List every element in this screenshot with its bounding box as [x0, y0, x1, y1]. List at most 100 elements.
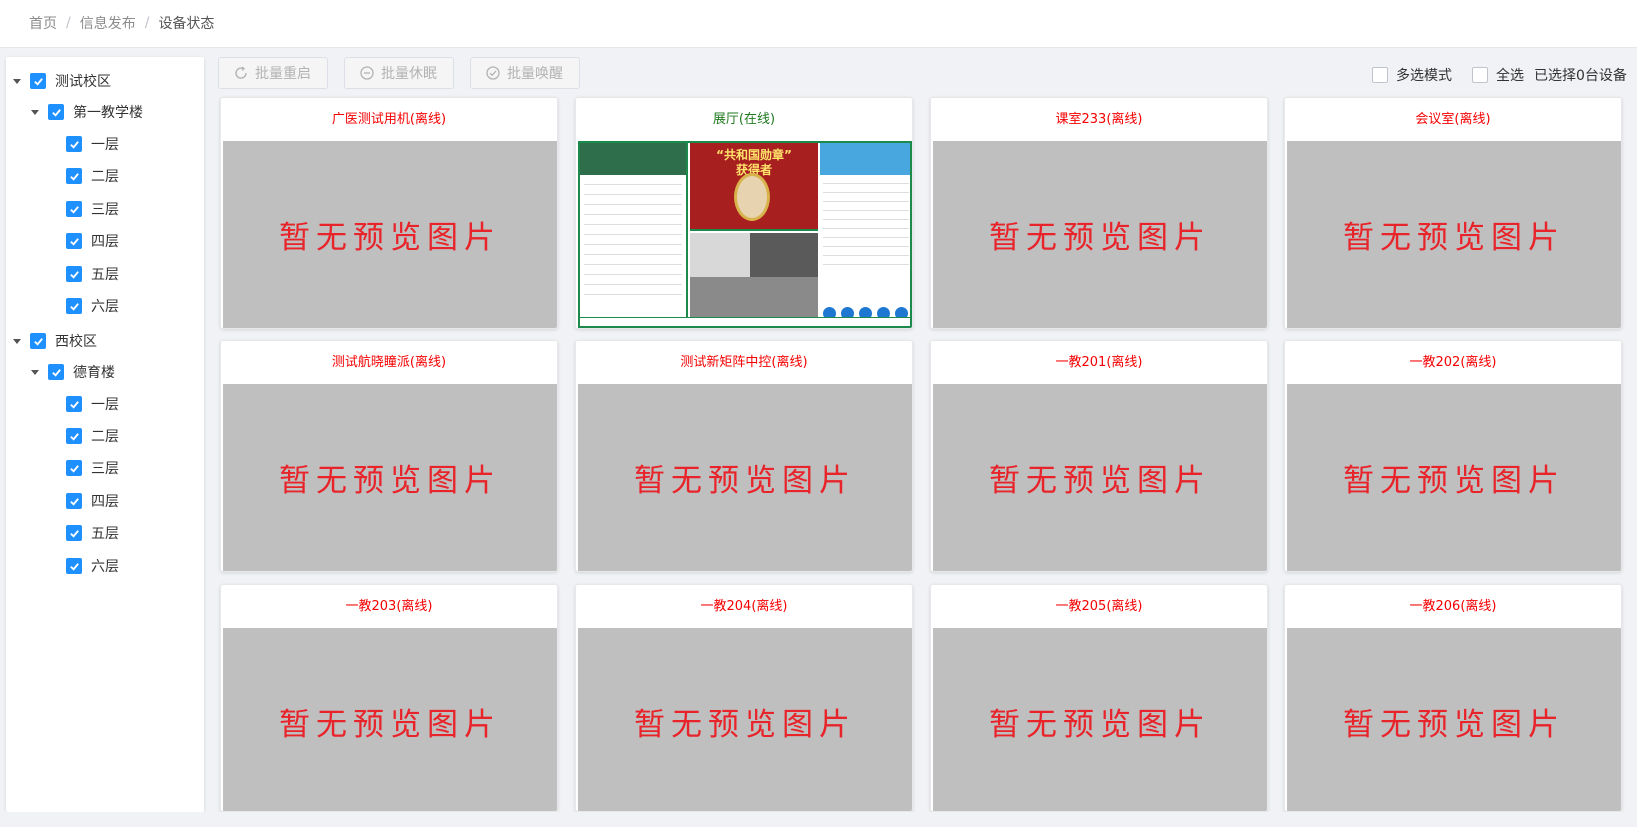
- tree-node-building[interactable]: 第一教学楼: [31, 101, 143, 123]
- device-card[interactable]: 广医测试用机(离线) 暂无预览图片: [220, 97, 558, 329]
- batch-wake-button[interactable]: 批量唤醒: [470, 57, 580, 89]
- tree-node-floor[interactable]: 一层: [66, 393, 119, 415]
- multi-select-label: 多选模式: [1396, 68, 1452, 84]
- preview-placeholder: 暂无预览图片: [578, 384, 912, 571]
- tree-checkbox[interactable]: [66, 201, 82, 217]
- batch-reboot-button[interactable]: 批量重启: [218, 57, 328, 89]
- tree-node-floor[interactable]: 六层: [66, 295, 119, 317]
- tree-checkbox[interactable]: [66, 298, 82, 314]
- tree-checkbox[interactable]: [66, 558, 82, 574]
- screen-camera-view: [690, 233, 818, 317]
- breadcrumb-home[interactable]: 首页: [29, 13, 57, 33]
- tree-checkbox[interactable]: [66, 233, 82, 249]
- tree-checkbox[interactable]: [48, 364, 64, 380]
- device-card[interactable]: 一教204(离线) 暂无预览图片: [575, 584, 913, 812]
- tree-node-floor[interactable]: 三层: [66, 198, 119, 220]
- breadcrumb-separator: /: [66, 15, 71, 31]
- no-preview-text: 暂无预览图片: [1343, 220, 1565, 256]
- tree-node-label: 六层: [91, 559, 119, 575]
- tree-node-floor[interactable]: 二层: [66, 165, 119, 187]
- tree-node-floor[interactable]: 六层: [66, 555, 119, 577]
- tree-checkbox[interactable]: [48, 104, 64, 120]
- tree-checkbox[interactable]: [66, 428, 82, 444]
- no-preview-text: 暂无预览图片: [279, 220, 501, 256]
- tree-checkbox[interactable]: [66, 396, 82, 412]
- tree-node-floor[interactable]: 四层: [66, 230, 119, 252]
- tree-checkbox[interactable]: [66, 525, 82, 541]
- device-card[interactable]: 一教205(离线) 暂无预览图片: [930, 584, 1268, 812]
- tree-checkbox[interactable]: [66, 136, 82, 152]
- no-preview-text: 暂无预览图片: [279, 463, 501, 499]
- tree-node-label: 二层: [91, 429, 119, 445]
- device-card[interactable]: 一教206(离线) 暂无预览图片: [1284, 584, 1622, 812]
- multi-select-checkbox[interactable]: [1372, 67, 1388, 83]
- preview-placeholder: 暂无预览图片: [1287, 628, 1621, 811]
- no-preview-text: 暂无预览图片: [279, 707, 501, 743]
- no-preview-text: 暂无预览图片: [1343, 707, 1565, 743]
- device-card[interactable]: 展厅(在线) “共和国勋章” 获得者: [575, 97, 913, 329]
- minus-circle-icon: [360, 66, 374, 80]
- multi-select-toggle[interactable]: 多选模式: [1372, 65, 1452, 85]
- tree-node-label: 三层: [91, 461, 119, 477]
- tree-node-floor[interactable]: 一层: [66, 133, 119, 155]
- device-name: 一教203(离线): [345, 599, 433, 614]
- tree-checkbox[interactable]: [66, 266, 82, 282]
- breadcrumb-section[interactable]: 信息发布: [80, 13, 136, 33]
- tree-node-building[interactable]: 德育楼: [31, 361, 115, 383]
- tree-node-label: 四层: [91, 494, 119, 510]
- tree-node-floor[interactable]: 四层: [66, 490, 119, 512]
- tree-node-label: 第一教学楼: [73, 105, 143, 121]
- device-name: 一教205(离线): [1055, 599, 1143, 614]
- screen-notice-panel: [820, 143, 910, 326]
- no-preview-text: 暂无预览图片: [634, 463, 856, 499]
- tree-node-campus[interactable]: 西校区: [13, 330, 97, 352]
- tree-node-campus[interactable]: 测试校区: [13, 70, 111, 92]
- screen-schedule-panel: [580, 143, 688, 326]
- tree-node-floor[interactable]: 三层: [66, 457, 119, 479]
- device-card[interactable]: 课室233(离线) 暂无预览图片: [930, 97, 1268, 329]
- location-tree-panel: 测试校区 第一教学楼 一层 二层 三层 四层 五层 六层 西校区 德育楼 一层 …: [6, 57, 204, 812]
- tree-checkbox[interactable]: [30, 73, 46, 89]
- device-card[interactable]: 一教203(离线) 暂无预览图片: [220, 584, 558, 812]
- page-bottom-strip: [0, 812, 1637, 827]
- tree-node-floor[interactable]: 五层: [66, 522, 119, 544]
- device-card[interactable]: 测试航晓瞳派(离线) 暂无预览图片: [220, 340, 558, 572]
- check-circle-icon: [486, 66, 500, 80]
- tree-node-label: 一层: [91, 137, 119, 153]
- selected-count: 已选择0台设备: [1534, 65, 1627, 85]
- batch-reboot-label: 批量重启: [255, 66, 311, 82]
- tree-node-label: 二层: [91, 169, 119, 185]
- tree-node-floor[interactable]: 五层: [66, 263, 119, 285]
- tree-node-floor[interactable]: 二层: [66, 425, 119, 447]
- select-all-toggle[interactable]: 全选: [1472, 65, 1524, 85]
- tree-node-label: 三层: [91, 202, 119, 218]
- medal-icon: [734, 173, 770, 221]
- top-bar: 首页 / 信息发布 / 设备状态: [0, 0, 1637, 48]
- caret-down-icon[interactable]: [13, 338, 21, 344]
- device-card[interactable]: 一教202(离线) 暂无预览图片: [1284, 340, 1622, 572]
- tree-node-label: 六层: [91, 299, 119, 315]
- refresh-icon: [235, 66, 247, 79]
- device-name: 一教201(离线): [1055, 355, 1143, 370]
- no-preview-text: 暂无预览图片: [989, 220, 1211, 256]
- batch-sleep-button[interactable]: 批量休眠: [344, 57, 454, 89]
- no-preview-text: 暂无预览图片: [989, 463, 1211, 499]
- tree-checkbox[interactable]: [66, 493, 82, 509]
- device-name: 一教206(离线): [1409, 599, 1497, 614]
- breadcrumb-current: 设备状态: [158, 16, 215, 32]
- select-all-checkbox[interactable]: [1472, 67, 1488, 83]
- tree-checkbox[interactable]: [66, 460, 82, 476]
- caret-down-icon[interactable]: [31, 369, 39, 375]
- caret-down-icon[interactable]: [31, 109, 39, 115]
- tree-checkbox[interactable]: [30, 333, 46, 349]
- device-card[interactable]: 会议室(离线) 暂无预览图片: [1284, 97, 1622, 329]
- caret-down-icon[interactable]: [13, 78, 21, 84]
- device-card[interactable]: 一教201(离线) 暂无预览图片: [930, 340, 1268, 572]
- preview-placeholder: 暂无预览图片: [1287, 384, 1621, 571]
- device-name: 课室233(离线): [1055, 112, 1143, 127]
- tree-node-label: 德育楼: [73, 365, 115, 381]
- tree-checkbox[interactable]: [66, 168, 82, 184]
- preview-placeholder: 暂无预览图片: [933, 141, 1267, 328]
- device-card[interactable]: 测试新矩阵中控(离线) 暂无预览图片: [575, 340, 913, 572]
- device-name: 一教204(离线): [700, 599, 788, 614]
